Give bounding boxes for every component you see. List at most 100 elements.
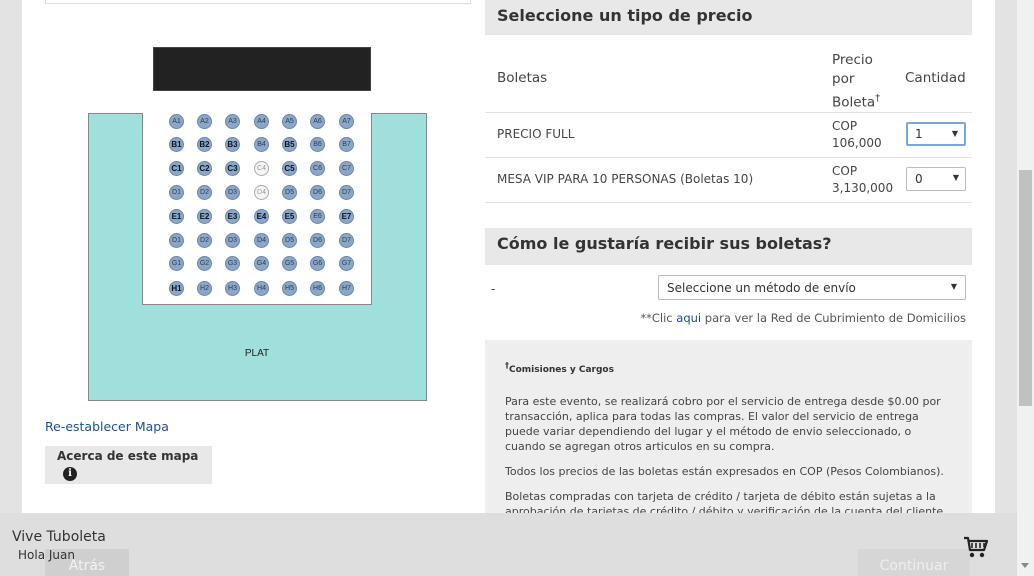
page-scrollbar[interactable]	[1017, 0, 1034, 576]
shopping-cart-icon[interactable]	[963, 535, 989, 559]
seat[interactable]: C6	[310, 161, 325, 176]
seat[interactable]: D7	[339, 233, 354, 248]
seat[interactable]: D2	[197, 233, 212, 248]
scrollbar-thumb[interactable]	[1019, 170, 1032, 406]
seat[interactable]: A2	[197, 114, 212, 129]
price-type-name: MESA VIP PARA 10 PERSONAS (Boletas 10)	[497, 172, 754, 186]
col-price-line1: Precio	[832, 52, 873, 68]
seat[interactable]: G3	[225, 256, 240, 271]
fees-title-text: Comisiones y Cargos	[509, 365, 614, 375]
price-value: 106,000	[832, 136, 882, 150]
dropdown-arrow-icon: ▼	[950, 282, 957, 291]
plat-label: PLAT	[244, 348, 270, 359]
brand-name: Vive Tuboleta	[12, 529, 106, 545]
seat[interactable]: D3	[225, 233, 240, 248]
col-price-header: Precio por Boleta†	[832, 51, 880, 113]
seat[interactable]: C5	[282, 161, 297, 176]
seat[interactable]: A5	[282, 114, 297, 129]
fees-paragraph: Boletas compradas con tarjeta de crédito…	[505, 490, 947, 516]
seat[interactable]: A3	[225, 114, 240, 129]
dagger-mark: †	[875, 93, 881, 104]
seat[interactable]: G2	[197, 256, 212, 271]
seat[interactable]: B7	[339, 137, 354, 152]
price-amount: COP 106,000	[832, 118, 902, 152]
seat[interactable]: G5	[282, 256, 297, 271]
seat[interactable]: H5	[282, 281, 297, 296]
seat[interactable]: B4	[254, 137, 269, 152]
seat[interactable]: D4	[254, 233, 269, 248]
fees-paragraph: Todos los precios de las boletas están e…	[505, 465, 944, 478]
fees-title: †Comisiones y Cargos	[505, 358, 952, 378]
seat[interactable]: D7	[339, 185, 354, 200]
seat[interactable]: E1	[169, 209, 184, 224]
coverage-note-suffix: para ver la Red de Cubrimiento de Domici…	[701, 311, 966, 325]
seat[interactable]: E6	[310, 209, 325, 224]
top-box-edge	[45, 0, 471, 4]
continue-button[interactable]: Continuar	[858, 549, 970, 576]
seat[interactable]: H1	[169, 281, 184, 296]
seat[interactable]: C1	[169, 161, 184, 176]
quantity-value: 0	[915, 172, 923, 186]
col-price-line2: por	[832, 71, 855, 87]
price-type-name: PRECIO FULL	[497, 127, 575, 141]
seat[interactable]: E3	[225, 209, 240, 224]
seat[interactable]: D4	[254, 185, 269, 200]
seat[interactable]: D1	[169, 233, 184, 248]
seat[interactable]: H6	[310, 281, 325, 296]
user-greeting: Hola Juan	[18, 548, 75, 562]
price-value: 3,130,000	[832, 181, 894, 195]
coverage-link[interactable]: aqui	[676, 311, 701, 325]
seat[interactable]: A6	[310, 114, 325, 129]
seat[interactable]: E5	[282, 209, 297, 224]
seat[interactable]: H3	[225, 281, 240, 296]
seat[interactable]: C2	[197, 161, 212, 176]
seat[interactable]: E2	[197, 209, 212, 224]
seat[interactable]: B6	[310, 137, 325, 152]
coverage-note: **Clic aqui para ver la Red de Cubrimien…	[640, 311, 966, 325]
price-amount: COP 3,130,000	[832, 163, 902, 197]
fees-box: †Comisiones y Cargos Para este evento, s…	[485, 340, 972, 516]
seat[interactable]: B1	[169, 137, 184, 152]
seat[interactable]: G4	[254, 256, 269, 271]
seat[interactable]: H2	[197, 281, 212, 296]
seat[interactable]: D2	[197, 185, 212, 200]
price-row: MESA VIP PARA 10 PERSONAS (Boletas 10) C…	[485, 158, 972, 203]
scroll-down-arrow-icon[interactable]	[1021, 563, 1029, 568]
seat[interactable]: G6	[310, 256, 325, 271]
footer-bar: Atrás Continuar Vive Tuboleta Hola Juan	[0, 513, 1034, 576]
price-table-header: Boletas Precio por Boleta† Cantidad	[485, 48, 972, 113]
quantity-select[interactable]: 1 ▼	[906, 122, 966, 146]
delivery-method-select[interactable]: Seleccione un método de envío ▼	[658, 275, 966, 300]
quantity-select[interactable]: 0 ▼	[906, 167, 966, 191]
seat[interactable]: G1	[169, 256, 184, 271]
seat[interactable]: H4	[254, 281, 269, 296]
delivery-method-value: Seleccione un método de envío	[667, 281, 856, 295]
seat[interactable]: C4	[254, 161, 269, 176]
seat[interactable]: H7	[339, 281, 354, 296]
seat[interactable]: B2	[197, 137, 212, 152]
col-price-line3: Boleta	[832, 94, 876, 111]
seat[interactable]: D5	[282, 233, 297, 248]
seat[interactable]: D3	[225, 185, 240, 200]
seat[interactable]: C3	[225, 161, 240, 176]
about-map-button[interactable]: Acerca de este mapa i	[45, 446, 212, 484]
seat[interactable]: G7	[339, 256, 354, 271]
seat[interactable]: B3	[225, 137, 240, 152]
price-section-title: Seleccione un tipo de precio	[485, 0, 972, 35]
seat[interactable]: C7	[339, 161, 354, 176]
seat[interactable]: E4	[254, 209, 269, 224]
col-tickets-header: Boletas	[497, 70, 548, 86]
seat[interactable]: D5	[282, 185, 297, 200]
seat[interactable]: B5	[282, 137, 297, 152]
seat[interactable]: A7	[339, 114, 354, 129]
seat[interactable]: E7	[339, 209, 354, 224]
seat[interactable]: A4	[254, 114, 269, 129]
seat[interactable]: D6	[310, 233, 325, 248]
fees-paragraph: Para este evento, se realizará cobro por…	[505, 395, 941, 453]
seat[interactable]: D1	[169, 185, 184, 200]
price-currency: COP	[832, 164, 858, 178]
seat[interactable]: D6	[310, 185, 325, 200]
seat[interactable]: A1	[169, 114, 184, 129]
reset-map-link[interactable]: Re-establecer Mapa	[45, 419, 169, 434]
coverage-note-prefix: **Clic	[640, 311, 677, 325]
